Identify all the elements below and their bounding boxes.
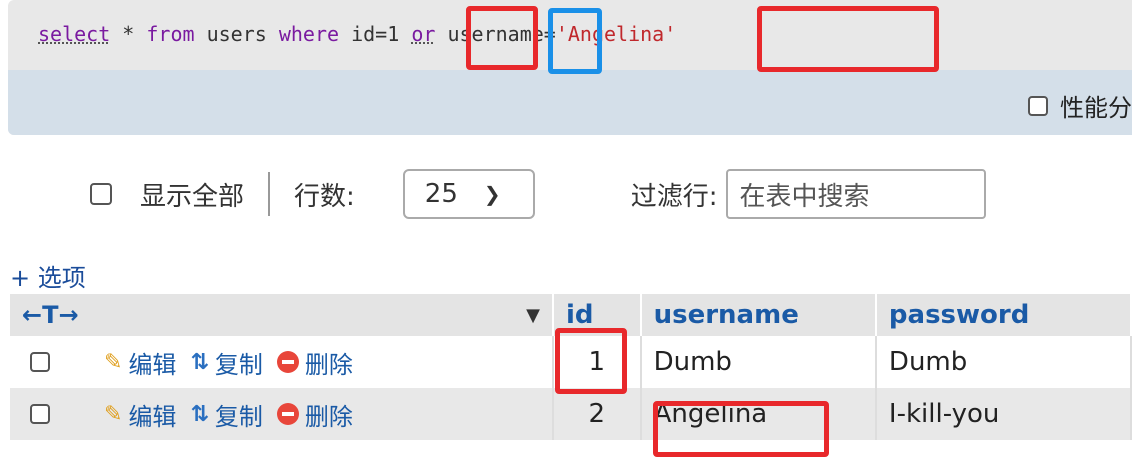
performance-checkbox[interactable] <box>1028 95 1048 116</box>
highlight-id-condition <box>466 6 538 70</box>
column-header-username[interactable]: username <box>640 294 877 336</box>
actions-header: ←T→ ▼ <box>10 294 554 336</box>
row-checkbox[interactable] <box>30 352 50 372</box>
rows-value: 25 <box>424 179 458 209</box>
nav-separator <box>268 172 271 216</box>
row-actions: ✎ 编辑 ⇅ 复制 删除 <box>10 336 554 388</box>
cell-password[interactable]: I-kill-you <box>875 388 1132 440</box>
edit-label: 编辑 <box>128 402 177 431</box>
cell-password[interactable]: Dumb <box>875 336 1132 388</box>
copy-icon: ⇅ <box>190 401 209 427</box>
sort-dropdown-icon[interactable]: ▼ <box>526 305 540 326</box>
copy-button[interactable]: ⇅ 复制 <box>190 397 262 432</box>
rows-select[interactable]: 25 ❯ <box>402 169 535 219</box>
sql-keyword-select[interactable]: select <box>38 22 110 46</box>
copy-icon: ⇅ <box>190 349 209 375</box>
options-link[interactable]: + 选项 <box>10 258 86 293</box>
highlight-username-cell <box>653 401 829 457</box>
filter-placeholder: 在表中搜索 <box>739 181 870 212</box>
row-actions: ✎ 编辑 ⇅ 复制 删除 <box>10 388 554 440</box>
edit-button[interactable]: ✎ 编辑 <box>104 345 176 380</box>
edit-label: 编辑 <box>128 350 177 379</box>
sql-star: * <box>110 22 147 46</box>
copy-label: 复制 <box>214 402 263 431</box>
delete-label: 删除 <box>304 402 353 431</box>
show-all-label[interactable]: 显示全部 <box>140 176 244 213</box>
sql-options-bar <box>8 70 1132 135</box>
pencil-icon: ✎ <box>104 349 123 375</box>
row-checkbox[interactable] <box>30 404 50 424</box>
chevron-down-icon: ❯ <box>483 182 501 206</box>
highlight-username-value <box>757 6 939 72</box>
delete-button[interactable]: 删除 <box>276 397 353 432</box>
sql-keyword-where: where <box>278 22 340 46</box>
show-all-checkbox[interactable] <box>90 183 112 205</box>
delete-label: 删除 <box>304 350 353 379</box>
delete-icon <box>276 351 299 373</box>
performance-label: 性能分 <box>1060 94 1132 122</box>
copy-label: 复制 <box>214 350 263 379</box>
sql-condition-id: id=1 <box>339 22 412 46</box>
cell-username[interactable]: Dumb <box>640 336 877 388</box>
sql-keyword-from: from <box>146 22 195 46</box>
filter-input[interactable]: 在表中搜索 <box>725 169 986 219</box>
column-arrows-icon[interactable]: ←T→ <box>22 301 79 329</box>
highlight-id-cell <box>555 328 627 394</box>
copy-button[interactable]: ⇅ 复制 <box>190 345 262 380</box>
rows-label: 行数: <box>294 181 355 212</box>
filter-label: 过滤行: <box>630 181 718 212</box>
delete-icon <box>276 403 299 425</box>
sql-keyword-or[interactable]: or <box>411 22 435 46</box>
sql-table-name: users <box>194 22 279 46</box>
table-row: ✎ 编辑 ⇅ 复制 删除 2 Angelina I-kill-you <box>10 388 1132 440</box>
cell-id[interactable]: 2 <box>552 388 642 440</box>
edit-button[interactable]: ✎ 编辑 <box>104 397 176 432</box>
navigation-row: 显示全部 行数: 25 ❯ 过滤行: 在表中搜索 <box>90 168 986 220</box>
column-header-password[interactable]: password <box>875 294 1132 336</box>
pencil-icon: ✎ <box>104 401 123 427</box>
delete-button[interactable]: 删除 <box>276 345 353 380</box>
performance-option[interactable]: 性能分 <box>1028 88 1132 123</box>
highlight-or-keyword <box>548 8 602 74</box>
